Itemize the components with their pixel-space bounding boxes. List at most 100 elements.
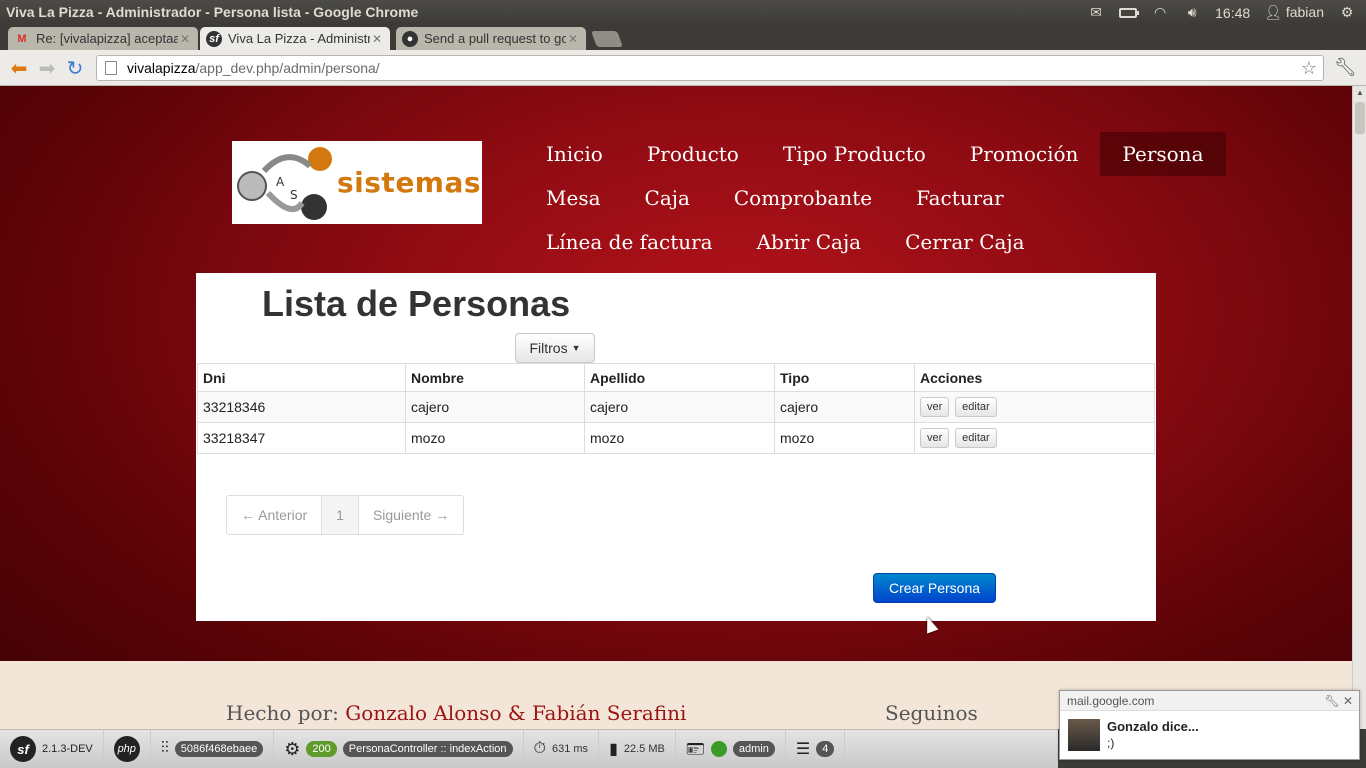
scroll-up-arrow-icon[interactable]: ▲	[1356, 88, 1364, 97]
pager-next[interactable]: Siguiente →	[359, 496, 463, 534]
table-header-row: Dni Nombre Apellido Tipo Acciones	[197, 363, 1155, 392]
close-icon[interactable]: ✕	[1343, 694, 1353, 708]
sf-controller-action: PersonaController :: indexAction	[342, 741, 513, 757]
browser-toolbar: ⬅ ➡ ↻ vivalapizza/app_dev.php/admin/pers…	[0, 50, 1366, 86]
cell-nombre: mozo	[405, 422, 585, 454]
nav-producto[interactable]: Producto	[625, 132, 761, 176]
filters-dropdown-button[interactable]: Filtros ▼	[515, 333, 595, 363]
nav-caja[interactable]: Caja	[623, 176, 712, 220]
logo-text: sistemas	[337, 166, 482, 199]
github-icon: ●	[402, 30, 418, 47]
sf-db-block[interactable]: ☰ 4	[786, 729, 846, 768]
tab-label: Re: [vivalapizza] aceptaaar	[36, 31, 178, 46]
tab-github[interactable]: ● Send a pull request to gon ✕	[396, 27, 586, 50]
url-host: vivalapizza	[127, 60, 196, 76]
scrollbar-thumb[interactable]	[1355, 102, 1365, 134]
persona-table: Dni Nombre Apellido Tipo Acciones 332183…	[197, 363, 1155, 454]
nav-linea-de-factura[interactable]: Línea de factura	[524, 220, 735, 264]
col-header-tipo[interactable]: Tipo	[774, 363, 915, 392]
power-gear-icon[interactable]: ⚙	[1338, 4, 1356, 20]
table-row: 33218346 cajero cajero cajero ver editar	[197, 391, 1155, 423]
battery-icon[interactable]	[1119, 6, 1140, 20]
edit-button[interactable]: editar	[955, 397, 997, 417]
footer-follow-heading: Seguinos	[885, 701, 978, 725]
vertical-scrollbar[interactable]: ▲	[1352, 86, 1366, 729]
new-tab-button[interactable]	[591, 31, 623, 47]
sf-action: indexAction	[449, 743, 507, 755]
sf-status-code: 200	[306, 741, 337, 757]
cell-acciones: ver editar	[914, 422, 1155, 454]
address-bar[interactable]: vivalapizza/app_dev.php/admin/persona/ ☆	[96, 55, 1324, 81]
nav-facturar[interactable]: Facturar	[894, 176, 1026, 220]
svg-text:A: A	[276, 175, 285, 189]
pager-page-1[interactable]: 1	[322, 496, 359, 534]
volume-icon[interactable]: 🔊︎	[1183, 4, 1201, 20]
caret-down-icon: ▼	[571, 343, 581, 353]
view-button[interactable]: ver	[920, 397, 950, 417]
user-menu[interactable]: 👤︎ fabian	[1264, 4, 1324, 21]
settings-wrench-icon[interactable]: 🔧︎	[1324, 694, 1339, 708]
clock[interactable]: 16:48	[1215, 5, 1250, 21]
pager-previous[interactable]: ← Anterior	[227, 496, 323, 534]
tab-strip: M Re: [vivalapizza] aceptaaar ✕ sf Viva …	[0, 25, 1366, 50]
user-icon: 👤︎	[1264, 4, 1282, 20]
url-path: /app_dev.php/admin/persona/	[195, 60, 380, 76]
sf-memory: 22.5 MB	[623, 743, 665, 755]
close-icon[interactable]: ✕	[566, 32, 580, 46]
sf-security-block[interactable]: 🪪︎ admin	[676, 729, 786, 768]
avatar	[1068, 719, 1100, 751]
notification-source: mail.google.com	[1067, 694, 1155, 708]
view-button[interactable]: ver	[920, 428, 950, 448]
cell-apellido: mozo	[584, 422, 775, 454]
reload-icon[interactable]: ↻	[64, 58, 86, 80]
sf-version-block[interactable]: sf 2.1.3-DEV	[0, 729, 104, 768]
table-row: 33218347 mozo mozo mozo ver editar	[197, 422, 1155, 454]
sf-php-block[interactable]: php	[104, 729, 151, 768]
col-header-apellido[interactable]: Apellido	[584, 363, 775, 392]
sf-memory-block[interactable]: ▮ 22.5 MB	[599, 729, 676, 768]
symfony-logo-icon: sf	[10, 736, 36, 762]
sf-time-block[interactable]: ⏱ 631 ms	[524, 729, 600, 768]
nav-comprobante[interactable]: Comprobante	[712, 176, 894, 220]
close-icon[interactable]: ✕	[370, 32, 384, 46]
nav-abrir-caja[interactable]: Abrir Caja	[735, 220, 883, 264]
nav-promocion[interactable]: Promoción	[948, 132, 1101, 176]
sf-token-block[interactable]: ⫶⫶ 5086f468ebaee	[151, 729, 275, 768]
gears-icon: ⚙	[284, 738, 301, 759]
tab-gmail[interactable]: M Re: [vivalapizza] aceptaaar ✕	[8, 27, 198, 50]
back-arrow-icon[interactable]: ⬅	[8, 58, 30, 80]
notification-sender: Gonzalo dice...	[1107, 719, 1199, 734]
mail-icon[interactable]: ✉	[1087, 4, 1105, 20]
create-persona-button[interactable]: Crear Persona	[873, 573, 996, 603]
footer-byline: Hecho por: Gonzalo Alonso & Fabián Seraf…	[226, 701, 686, 725]
forward-arrow-icon[interactable]: ➡	[36, 58, 58, 80]
edit-button[interactable]: editar	[955, 428, 997, 448]
php-logo-icon: php	[113, 736, 140, 762]
wifi-icon[interactable]: ◠	[1151, 4, 1169, 20]
nav-tipo-producto[interactable]: Tipo Producto	[761, 132, 948, 176]
notification-header: mail.google.com 🔧︎ ✕	[1060, 691, 1359, 711]
site-logo[interactable]: A S sistemas	[232, 141, 482, 224]
cell-dni: 33218346	[197, 391, 406, 423]
nav-inicio[interactable]: Inicio	[524, 132, 625, 176]
nav-cerrar-caja[interactable]: Cerrar Caja	[883, 220, 1046, 264]
col-header-dni[interactable]: Dni	[197, 363, 406, 392]
page-viewport: A S sistemas Inicio Producto Tipo Produc…	[0, 86, 1352, 729]
memory-icon: ▮	[609, 741, 618, 758]
desktop-notification[interactable]: mail.google.com 🔧︎ ✕ Gonzalo dice... ;)	[1059, 690, 1360, 760]
cell-acciones: ver editar	[914, 391, 1155, 423]
col-header-nombre[interactable]: Nombre	[405, 363, 585, 392]
nav-mesa[interactable]: Mesa	[524, 176, 623, 220]
close-icon[interactable]: ✕	[178, 32, 192, 46]
tab-label: Viva La Pizza - Administrac	[228, 31, 370, 46]
sf-version: 2.1.3-DEV	[42, 743, 93, 755]
wrench-icon[interactable]: 🔧︎	[1334, 57, 1357, 78]
config-bars-icon: ⫶⫶	[160, 740, 169, 757]
tab-vivalapizza[interactable]: sf Viva La Pizza - Administrac ✕	[200, 27, 390, 50]
content-panel: Lista de Personas Filtros ▼ Dni Nombre A…	[196, 273, 1156, 621]
bookmark-star-icon[interactable]: ☆	[1301, 58, 1317, 79]
nav-persona[interactable]: Persona	[1100, 132, 1226, 176]
sf-controller: PersonaController	[348, 743, 438, 755]
byline-prefix: Hecho por:	[226, 701, 346, 725]
sf-request-block[interactable]: ⚙ 200 PersonaController :: indexAction	[274, 729, 524, 768]
